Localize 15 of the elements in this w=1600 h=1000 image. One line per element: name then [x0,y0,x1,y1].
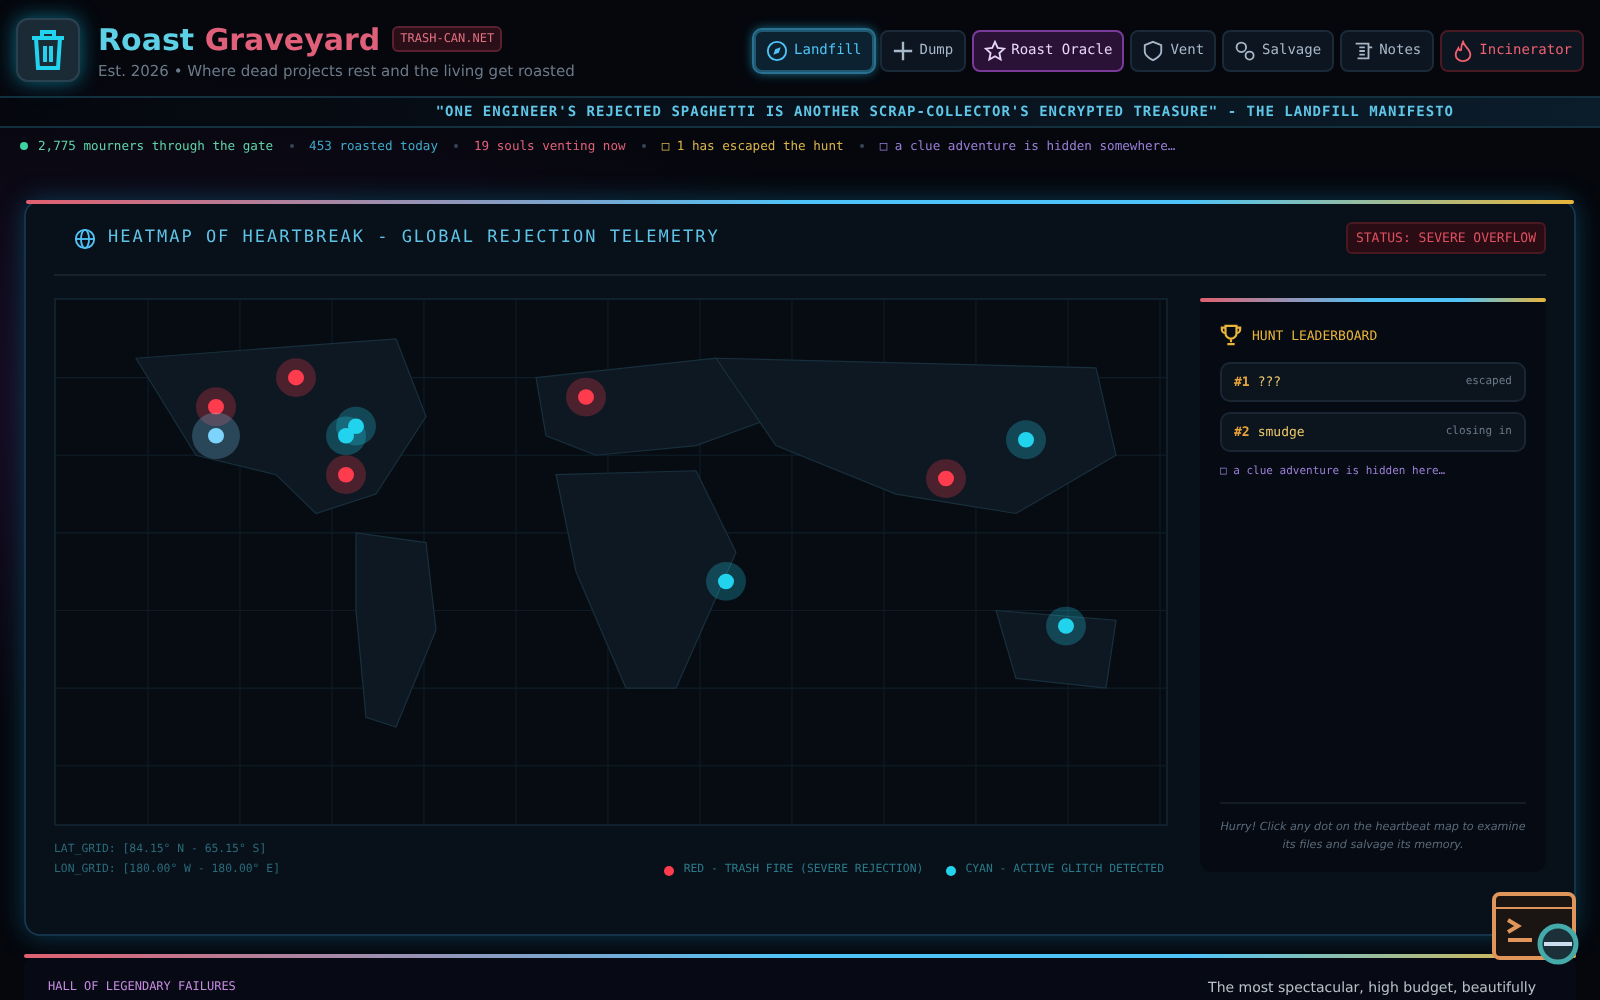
globe-icon [74,227,96,249]
flame-icon [1451,39,1474,61]
compass-icon [766,39,789,61]
separator-dot-icon [453,144,458,148]
plus-icon [891,39,914,61]
site-title: Roast Graveyard [98,21,381,57]
trophy-icon [1220,324,1242,346]
shield-icon [1142,39,1165,61]
separator-dot-icon [641,144,646,148]
panel-title: HEATMAP OF HEARTBREAK - GLOBAL REJECTION TELEMETRY [108,228,720,248]
trash-can-logo-icon [16,18,80,82]
separator-dot-icon [289,144,294,148]
separator-dot-icon [859,144,864,148]
status-dot-icon [20,142,28,150]
star-icon [983,39,1006,61]
